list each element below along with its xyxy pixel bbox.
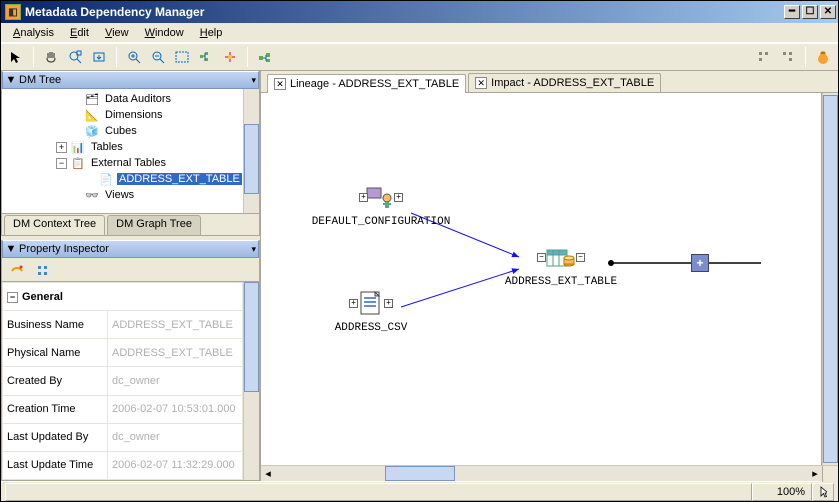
- tab-impact[interactable]: ✕ Impact - ADDRESS_EXT_TABLE: [468, 73, 661, 92]
- property-collapse-icon[interactable]: ▼: [5, 243, 17, 255]
- menu-help[interactable]: Help: [194, 26, 229, 40]
- dm-tree-header: ▼ DM Tree ▾: [2, 71, 259, 89]
- canvas-vertical-scrollbar[interactable]: [822, 93, 838, 465]
- tree-item-tables[interactable]: Tables: [89, 141, 125, 153]
- layout2-button[interactable]: [219, 46, 241, 68]
- tree-item-address-ext-table[interactable]: ADDRESS_EXT_TABLE: [117, 173, 242, 185]
- dm-tree-menu-caret[interactable]: ▾: [251, 75, 256, 86]
- node-address-csv-label: ADDRESS_CSV: [311, 322, 431, 334]
- data-auditors-icon: 🗂: [84, 92, 100, 106]
- dimensions-icon: 📐: [84, 108, 100, 122]
- menubar: Analysis Edit View Window Help: [1, 23, 838, 43]
- help-icon-button[interactable]: [812, 46, 834, 68]
- tree-item-cubes[interactable]: Cubes: [103, 125, 139, 137]
- node-default-configuration-label: DEFAULT_CONFIGURATION: [301, 216, 461, 228]
- prop-value-business-name[interactable]: ADDRESS_EXT_TABLE: [108, 311, 243, 339]
- tab-dm-graph-tree[interactable]: DM Graph Tree: [107, 215, 201, 235]
- prop-label-last-update-time: Last Update Time: [3, 451, 108, 479]
- node-default-configuration-expand-right[interactable]: +: [394, 193, 403, 202]
- prop-value-created-by[interactable]: dc_owner: [108, 367, 243, 395]
- prop-value-last-updated-by[interactable]: dc_owner: [108, 423, 243, 451]
- views-icon: 👓: [84, 188, 100, 202]
- property-inspector-title: Property Inspector: [19, 243, 109, 255]
- tree-item-views[interactable]: Views: [103, 189, 136, 201]
- titlebar: ◧ Metadata Dependency Manager ━ ☐ ✕: [1, 1, 838, 23]
- ext-table-item-icon: 📄: [98, 172, 114, 186]
- status-message: [5, 483, 752, 501]
- node-address-ext-table-collapse-left[interactable]: −: [537, 253, 546, 262]
- external-tables-icon: 📋: [70, 156, 86, 170]
- pointer-tool-button[interactable]: [5, 46, 27, 68]
- tab-dm-context-tree[interactable]: DM Context Tree: [4, 215, 105, 235]
- tab-lineage-close[interactable]: ✕: [274, 78, 286, 90]
- tables-icon: 📊: [70, 140, 86, 154]
- tree-item-external-tables[interactable]: External Tables: [89, 157, 168, 169]
- status-zoom: 100%: [752, 483, 812, 501]
- prop-label-created-by: Created By: [3, 367, 108, 395]
- close-button[interactable]: ✕: [820, 5, 836, 19]
- property-inspector-header: ▼ Property Inspector ▾: [2, 240, 259, 258]
- property-menu-caret[interactable]: ▾: [251, 244, 256, 255]
- tab-lineage-label: Lineage - ADDRESS_EXT_TABLE: [290, 78, 459, 90]
- menu-edit[interactable]: Edit: [64, 26, 95, 40]
- property-vertical-scrollbar[interactable]: [243, 282, 259, 480]
- prop-label-business-name: Business Name: [3, 311, 108, 339]
- app-icon: ◧: [5, 4, 21, 20]
- expand-tables[interactable]: +: [56, 142, 67, 153]
- tree-item-dimensions[interactable]: Dimensions: [103, 109, 164, 121]
- tab-impact-close[interactable]: ✕: [475, 77, 487, 89]
- prop-label-last-updated-by: Last Updated By: [3, 423, 108, 451]
- tree-item-data-auditors[interactable]: Data Auditors: [103, 93, 173, 105]
- fit-window-button[interactable]: [171, 46, 193, 68]
- tree-vertical-scrollbar[interactable]: [243, 89, 259, 213]
- tab-lineage[interactable]: ✕ Lineage - ADDRESS_EXT_TABLE: [267, 74, 466, 93]
- group-button[interactable]: [254, 46, 276, 68]
- category-collapse[interactable]: −: [7, 292, 18, 303]
- collapse-external-tables[interactable]: −: [56, 158, 67, 169]
- menu-window[interactable]: Window: [139, 26, 190, 40]
- zoom-select-button[interactable]: [64, 46, 86, 68]
- menu-analysis[interactable]: Analysis: [7, 26, 60, 40]
- dm-tree-title: DM Tree: [19, 74, 61, 86]
- node-address-csv[interactable]: + + ADDRESS_CSV: [311, 289, 431, 334]
- prop-tool2-button[interactable]: [32, 259, 54, 281]
- toolbar: [1, 43, 838, 71]
- navigate-button[interactable]: [88, 46, 110, 68]
- node-expand-terminator[interactable]: +: [691, 254, 709, 272]
- mini2-button[interactable]: [777, 46, 799, 68]
- prop-tool1-button[interactable]: [6, 259, 28, 281]
- statusbar: 100%: [1, 481, 838, 501]
- pan-tool-button[interactable]: [40, 46, 62, 68]
- node-address-csv-expand-right[interactable]: +: [384, 299, 393, 308]
- node-address-csv-expand-left[interactable]: +: [349, 299, 358, 308]
- prop-category-general: General: [22, 291, 63, 303]
- cubes-icon: 🧊: [84, 124, 100, 138]
- diagram-canvas[interactable]: + + DEFAULT_CONFIGURATION + + A: [261, 93, 822, 465]
- mini1-button[interactable]: [753, 46, 775, 68]
- zoom-in-button[interactable]: [123, 46, 145, 68]
- dm-tree[interactable]: 🗂Data Auditors 📐Dimensions 🧊Cubes +📊Tabl…: [2, 89, 243, 213]
- node-default-configuration[interactable]: + + DEFAULT_CONFIGURATION: [301, 183, 461, 228]
- node-address-ext-table[interactable]: − − ADDRESS_EXT_TABLE: [491, 243, 631, 288]
- canvas-horizontal-scrollbar[interactable]: ◂ ▸: [261, 465, 838, 481]
- tab-impact-label: Impact - ADDRESS_EXT_TABLE: [491, 77, 654, 89]
- window-title: Metadata Dependency Manager: [25, 5, 784, 19]
- node-default-configuration-expand-left[interactable]: +: [359, 193, 368, 202]
- node-address-ext-table-label: ADDRESS_EXT_TABLE: [491, 276, 631, 288]
- menu-view[interactable]: View: [99, 26, 135, 40]
- node-address-ext-table-collapse-right[interactable]: −: [576, 253, 585, 262]
- maximize-button[interactable]: ☐: [802, 5, 818, 19]
- property-grid[interactable]: −General Business NameADDRESS_EXT_TABLE …: [2, 282, 243, 480]
- prop-label-creation-time: Creation Time: [3, 395, 108, 423]
- zoom-out-button[interactable]: [147, 46, 169, 68]
- prop-label-physical-name: Physical Name: [3, 339, 108, 367]
- prop-value-last-update-time[interactable]: 2006-02-07 11:32:29.000: [108, 451, 243, 479]
- prop-value-physical-name[interactable]: ADDRESS_EXT_TABLE: [108, 339, 243, 367]
- dm-tree-collapse-icon[interactable]: ▼: [5, 74, 17, 86]
- layout1-button[interactable]: [195, 46, 217, 68]
- minimize-button[interactable]: ━: [784, 5, 800, 19]
- status-cursor-icon: [812, 483, 834, 501]
- prop-value-creation-time[interactable]: 2006-02-07 10:53:01.000: [108, 395, 243, 423]
